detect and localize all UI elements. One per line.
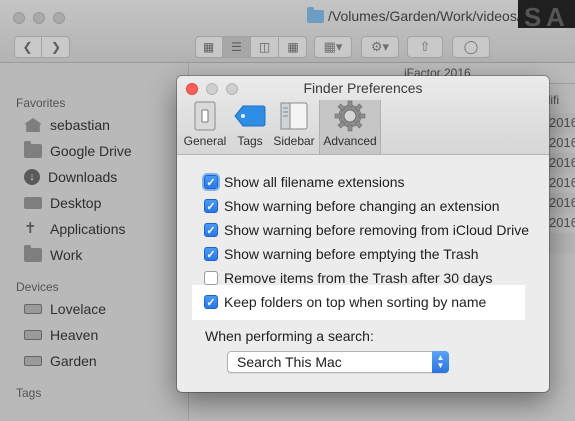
- view-mode-control[interactable]: ▦ ☰ ◫ ▦: [195, 36, 307, 58]
- sidebar-icon: [277, 100, 311, 132]
- sidebar-item-label: sebastian: [50, 117, 110, 133]
- cover-flow-icon[interactable]: ▦: [279, 37, 307, 57]
- sidebar-item-label: Heaven: [50, 327, 99, 343]
- option-warn-change-extension[interactable]: ✓ Show warning before changing an extens…: [204, 195, 500, 217]
- window-title: Finder Preferences: [303, 80, 423, 96]
- option-label: Remove items from the Trash after 30 day…: [224, 270, 493, 286]
- option-warn-empty-trash[interactable]: ✓ Show warning before emptying the Trash: [204, 243, 478, 265]
- checkbox-checked-icon[interactable]: ✓: [204, 199, 218, 213]
- list-view-icon[interactable]: ☰: [223, 37, 251, 57]
- tab-tags[interactable]: Tags: [231, 100, 269, 154]
- sidebar-item-label: Applications: [50, 221, 126, 237]
- arrange-icon: ▦▾: [323, 39, 343, 54]
- checkbox-checked-icon[interactable]: ✓: [204, 295, 218, 309]
- option-warn-icloud[interactable]: ✓ Show warning before removing from iClo…: [204, 219, 529, 241]
- gear-icon: [333, 100, 367, 132]
- tab-advanced[interactable]: Advanced: [319, 100, 381, 154]
- option-label: Keep folders on top when sorting by name: [224, 294, 487, 310]
- minimize-button[interactable]: [33, 12, 45, 24]
- share-icon: ⇧: [419, 39, 431, 54]
- sidebar-item-work[interactable]: Work: [24, 244, 82, 266]
- desktop-icon: [24, 197, 42, 209]
- forward-icon[interactable]: ❯: [42, 37, 70, 57]
- finder-toolbar: /Volumes/Garden/Work/videos/iFactor 20 S…: [0, 0, 575, 63]
- sidebar-item-downloads[interactable]: ↓ Downloads: [24, 166, 117, 188]
- date-cell: 2016: [549, 135, 575, 150]
- sidebar-item-label: Work: [50, 247, 83, 263]
- finder-preferences-window: Finder Preferences General Tags Sidebar …: [177, 76, 549, 392]
- tab-label: Tags: [237, 134, 263, 148]
- search-scope-label: When performing a search:: [205, 328, 374, 344]
- sidebar-item-lovelace[interactable]: Lovelace: [24, 298, 106, 320]
- share-button[interactable]: ⇧: [407, 36, 443, 58]
- tab-label: Advanced: [323, 134, 377, 148]
- sidebar-item-garden[interactable]: Garden: [24, 350, 97, 372]
- checkbox-unchecked-icon[interactable]: [204, 271, 218, 285]
- icon-view-icon[interactable]: ▦: [195, 37, 223, 57]
- sidebar-item-applications[interactable]: ✝ Applications: [24, 218, 126, 240]
- drive-icon: [24, 330, 42, 340]
- date-cell: 2016: [549, 155, 575, 170]
- checkbox-checked-icon[interactable]: ✓: [204, 223, 218, 237]
- checkbox-checked-icon[interactable]: ✓: [204, 175, 218, 189]
- sidebar-item-google-drive[interactable]: Google Drive: [24, 140, 132, 162]
- action-button[interactable]: ⚙▾: [361, 36, 399, 58]
- back-forward-control[interactable]: ❮ ❯: [14, 36, 70, 58]
- search-scope-select[interactable]: Search This Mac ▲ ▼: [227, 351, 449, 373]
- option-label: Show warning before removing from iCloud…: [224, 222, 530, 238]
- preferences-toolbar: Finder Preferences General Tags Sidebar …: [177, 76, 549, 155]
- folder-icon: [307, 6, 324, 23]
- option-show-extensions[interactable]: ✓ Show all filename extensions: [204, 171, 405, 193]
- downloads-icon: ↓: [24, 169, 40, 185]
- drive-icon: [24, 304, 42, 314]
- sidebar-item-label: Downloads: [48, 169, 118, 185]
- sidebar-item-label: Lovelace: [50, 301, 107, 317]
- checkbox-checked-icon[interactable]: ✓: [204, 247, 218, 261]
- zoom-button[interactable]: [53, 12, 65, 24]
- sidebar-item-label: Desktop: [50, 195, 102, 211]
- sidebar-item-desktop[interactable]: Desktop: [24, 192, 101, 214]
- sidebar-item-heaven[interactable]: Heaven: [24, 324, 98, 346]
- date-cell: 2016: [549, 115, 575, 130]
- home-icon: [24, 118, 42, 132]
- option-label: Show warning before changing an extensio…: [224, 198, 500, 214]
- date-cell: 2016: [549, 195, 575, 210]
- date-cell: 2016: [549, 175, 575, 190]
- option-keep-folders-on-top[interactable]: ✓ Keep folders on top when sorting by na…: [204, 291, 486, 313]
- tab-sidebar[interactable]: Sidebar: [273, 100, 315, 154]
- close-button[interactable]: [13, 12, 25, 24]
- gear-icon: ⚙▾: [370, 39, 390, 54]
- back-icon[interactable]: ❮: [14, 37, 42, 57]
- folder-icon: [24, 245, 42, 262]
- tab-label: Sidebar: [273, 134, 315, 148]
- tag-icon: [233, 100, 267, 132]
- devices-heading: Devices: [16, 280, 59, 294]
- tags-button[interactable]: ◯: [452, 36, 490, 58]
- sidebar-item-sebastian[interactable]: sebastian: [24, 114, 110, 136]
- finder-sidebar: Favorites sebastian Google Drive ↓ Downl…: [0, 63, 189, 421]
- date-cell: 2016: [549, 215, 575, 230]
- tab-general[interactable]: General: [183, 100, 227, 154]
- arrange-button[interactable]: ▦▾: [314, 36, 352, 58]
- column-view-icon[interactable]: ◫: [251, 37, 279, 57]
- option-remove-trash-30-days[interactable]: Remove items from the Trash after 30 day…: [204, 267, 492, 289]
- screen: /Volumes/Garden/Work/videos/iFactor 20 S…: [0, 0, 575, 421]
- tab-label: General: [183, 134, 227, 148]
- general-icon: [188, 100, 222, 132]
- folder-icon: [24, 141, 42, 158]
- option-label: Show warning before emptying the Trash: [224, 246, 479, 262]
- option-label: Show all filename extensions: [224, 174, 405, 190]
- chevron-updown-icon: ▲ ▼: [432, 351, 449, 373]
- applications-icon: ✝: [24, 220, 37, 237]
- drive-icon: [24, 356, 42, 366]
- search-scope-value: Search This Mac: [237, 354, 342, 370]
- sidebar-item-label: Google Drive: [50, 143, 132, 159]
- background-thumbnail: SA: [518, 0, 575, 28]
- tags-heading: Tags: [16, 386, 42, 400]
- tag-icon: ◯: [463, 39, 479, 54]
- favorites-heading: Favorites: [16, 96, 66, 110]
- sidebar-item-label: Garden: [50, 353, 97, 369]
